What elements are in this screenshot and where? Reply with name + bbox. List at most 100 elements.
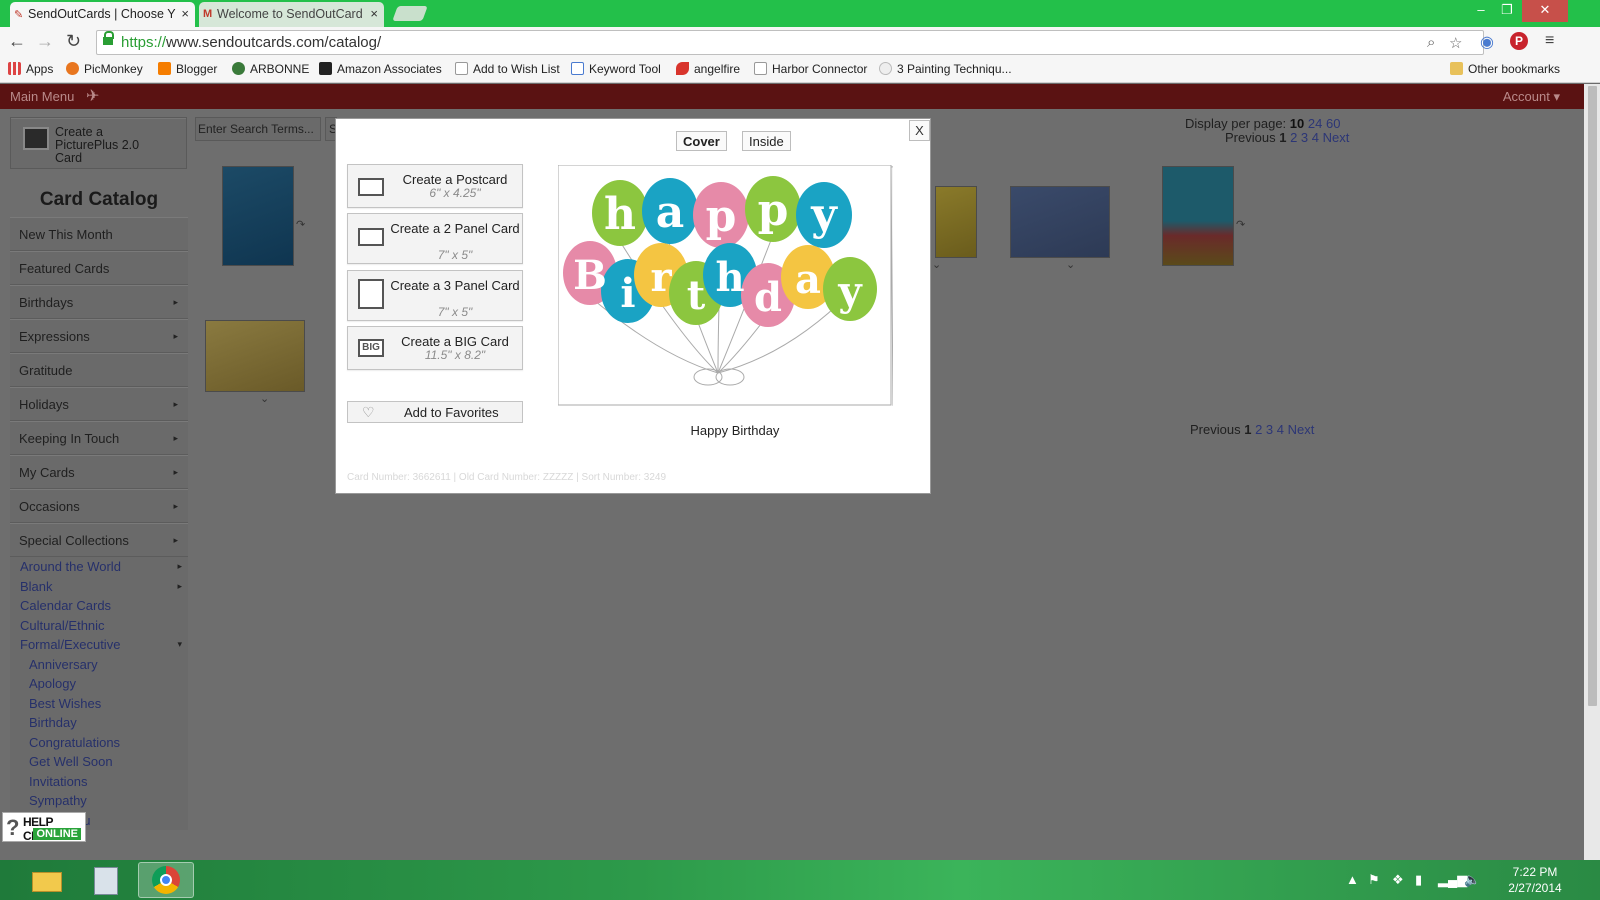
per-page-option-10[interactable]: 10: [1290, 116, 1304, 131]
card-cover-preview[interactable]: h a p p y B i r t h d a y: [558, 165, 893, 407]
address-bar[interactable]: https://www.sendoutcards.com/catalog/ ⌕ …: [96, 30, 1484, 55]
add-to-favorites-button[interactable]: ♡ Add to Favorites: [347, 401, 523, 423]
restore-icon[interactable]: ❐: [1494, 0, 1520, 22]
pager-page-2[interactable]: 2: [1255, 422, 1262, 437]
bookmark-blogger[interactable]: Blogger: [158, 62, 217, 76]
per-page-option-60[interactable]: 60: [1326, 116, 1340, 131]
subcategory-birthday[interactable]: Birthday: [10, 713, 188, 733]
pager-page-1[interactable]: 1: [1279, 130, 1286, 145]
card-thumbnail[interactable]: [222, 166, 294, 266]
flip-icon[interactable]: ⌄: [1066, 258, 1075, 271]
volume-icon[interactable]: 🔈: [1464, 872, 1480, 888]
account-menu[interactable]: Account ▾: [1503, 89, 1560, 105]
bookmark-arbonne[interactable]: ARBONNE: [232, 62, 309, 76]
subcategory-best-wishes[interactable]: Best Wishes: [10, 694, 188, 714]
scrollbar-thumb[interactable]: [1588, 86, 1597, 706]
create-2-panel-card-button[interactable]: Create a 2 Panel Card 7" x 5": [347, 213, 523, 264]
category-birthdays[interactable]: Birthdays ▸: [10, 285, 188, 319]
minimize-icon[interactable]: –: [1468, 0, 1494, 22]
subcategory-blank[interactable]: Blank ▸: [10, 577, 188, 597]
pinterest-icon[interactable]: P: [1510, 32, 1528, 50]
subcategory-sympathy[interactable]: Sympathy: [10, 791, 188, 811]
page-scrollbar[interactable]: [1584, 84, 1600, 860]
bookmark-keyword-tool[interactable]: Keyword Tool: [571, 62, 661, 76]
reload-icon[interactable]: ↻: [66, 31, 81, 52]
pager-page-2[interactable]: 2: [1290, 130, 1297, 145]
subcategory-get-well-soon[interactable]: Get Well Soon: [10, 752, 188, 772]
subcategory-anniversary[interactable]: Anniversary: [10, 655, 188, 675]
new-tab-button[interactable]: [392, 6, 428, 21]
help-chat-widget[interactable]: ? HELP CHAT ONLINE: [2, 812, 86, 843]
flag-icon[interactable]: ⚑: [1368, 872, 1380, 888]
subcategory-invitations[interactable]: Invitations: [10, 772, 188, 792]
pager-previous[interactable]: Previous: [1225, 130, 1276, 145]
card-thumbnail[interactable]: [935, 186, 977, 258]
flip-icon[interactable]: ⌄: [932, 258, 941, 271]
chrome-icon[interactable]: [138, 862, 194, 898]
show-hidden-icons-icon[interactable]: ▲: [1346, 872, 1359, 887]
category-holidays[interactable]: Holidays ▸: [10, 387, 188, 421]
create-pictureplus-button[interactable]: Create a PicturePlus 2.0 Card: [10, 117, 187, 169]
flip-icon[interactable]: ↷: [296, 218, 305, 231]
category-my-cards[interactable]: My Cards ▸: [10, 455, 188, 489]
create-postcard-button[interactable]: Create a Postcard 6" x 4.25": [347, 164, 523, 208]
bookmark-painting[interactable]: 3 Painting Techniqu...: [879, 62, 1012, 76]
card-thumbnail[interactable]: [205, 320, 305, 392]
create-big-card-button[interactable]: BIG Create a BIG Card 11.5" x 8.2": [347, 326, 523, 370]
search-input[interactable]: Enter Search Terms...: [195, 117, 321, 141]
pager-page-3[interactable]: 3: [1301, 130, 1308, 145]
pager-page-4[interactable]: 4: [1277, 422, 1284, 437]
bookmark-angelfire[interactable]: angelfire: [676, 62, 740, 76]
main-menu-link[interactable]: Main Menu: [10, 89, 74, 104]
tab-sendoutcards[interactable]: ✎ SendOutCards | Choose Y ×: [10, 2, 195, 27]
extension-icon[interactable]: ◉: [1480, 32, 1494, 52]
window-close-icon[interactable]: ✕: [1522, 0, 1568, 22]
subcategory-congratulations[interactable]: Congratulations: [10, 733, 188, 753]
bookmark-harbor-connector[interactable]: Harbor Connector: [754, 62, 867, 76]
tab-cover[interactable]: Cover: [676, 131, 727, 151]
category-occasions[interactable]: Occasions ▸: [10, 489, 188, 523]
tab-inside[interactable]: Inside: [742, 131, 791, 151]
pager-next[interactable]: Next: [1288, 422, 1315, 437]
pager-next[interactable]: Next: [1323, 130, 1350, 145]
create-3-panel-card-button[interactable]: Create a 3 Panel Card 7" x 5": [347, 270, 523, 321]
flip-icon[interactable]: ⌄: [260, 392, 269, 405]
network-icon[interactable]: ▂▄▆: [1438, 872, 1467, 888]
bookmark-wishlist[interactable]: Add to Wish List: [455, 62, 560, 76]
category-special-collections[interactable]: Special Collections ▸: [10, 523, 188, 557]
bookmark-apps[interactable]: Apps: [8, 62, 53, 76]
star-icon[interactable]: ☆: [1449, 34, 1462, 52]
flip-icon[interactable]: ↷: [1236, 218, 1245, 231]
forward-icon[interactable]: →: [36, 31, 54, 52]
pager-page-3[interactable]: 3: [1266, 422, 1273, 437]
pager-page-4[interactable]: 4: [1312, 130, 1319, 145]
file-explorer-icon[interactable]: [18, 862, 74, 898]
subcategory-apology[interactable]: Apology: [10, 674, 188, 694]
category-gratitude[interactable]: Gratitude: [10, 353, 188, 387]
bookmark-picmonkey[interactable]: PicMonkey: [66, 62, 143, 76]
tab-gmail[interactable]: M Welcome to SendOutCard ×: [199, 2, 384, 27]
per-page-option-24[interactable]: 24: [1308, 116, 1322, 131]
category-expressions[interactable]: Expressions ▸: [10, 319, 188, 353]
menu-icon[interactable]: ≡: [1545, 32, 1554, 50]
close-tab-icon[interactable]: ×: [370, 6, 378, 21]
other-bookmarks[interactable]: Other bookmarks: [1450, 62, 1560, 76]
pager-page-1[interactable]: 1: [1244, 422, 1251, 437]
calculator-icon[interactable]: [78, 862, 134, 898]
system-clock[interactable]: 7:22 PM 2/27/2014: [1500, 864, 1570, 896]
card-thumbnail[interactable]: [1162, 166, 1234, 266]
subcategory-formal-executive[interactable]: Formal/Executive ▾: [10, 635, 188, 655]
battery-icon[interactable]: ▮: [1415, 872, 1422, 888]
card-thumbnail[interactable]: [1010, 186, 1110, 258]
close-modal-button[interactable]: X: [909, 120, 930, 141]
dropbox-icon[interactable]: ❖: [1392, 872, 1404, 888]
pager-previous[interactable]: Previous: [1190, 422, 1241, 437]
bookmark-amazon[interactable]: Amazon Associates: [319, 62, 442, 76]
close-tab-icon[interactable]: ×: [181, 6, 189, 21]
subcategory-around-the-world[interactable]: Around the World ▸: [10, 557, 188, 577]
search-icon[interactable]: ⌕: [1427, 34, 1435, 51]
subcategory-calendar-cards[interactable]: Calendar Cards: [10, 596, 188, 616]
subcategory-cultural-ethnic[interactable]: Cultural/Ethnic: [10, 616, 188, 636]
category-new-this-month[interactable]: New This Month: [10, 217, 188, 251]
back-icon[interactable]: ←: [8, 31, 26, 52]
